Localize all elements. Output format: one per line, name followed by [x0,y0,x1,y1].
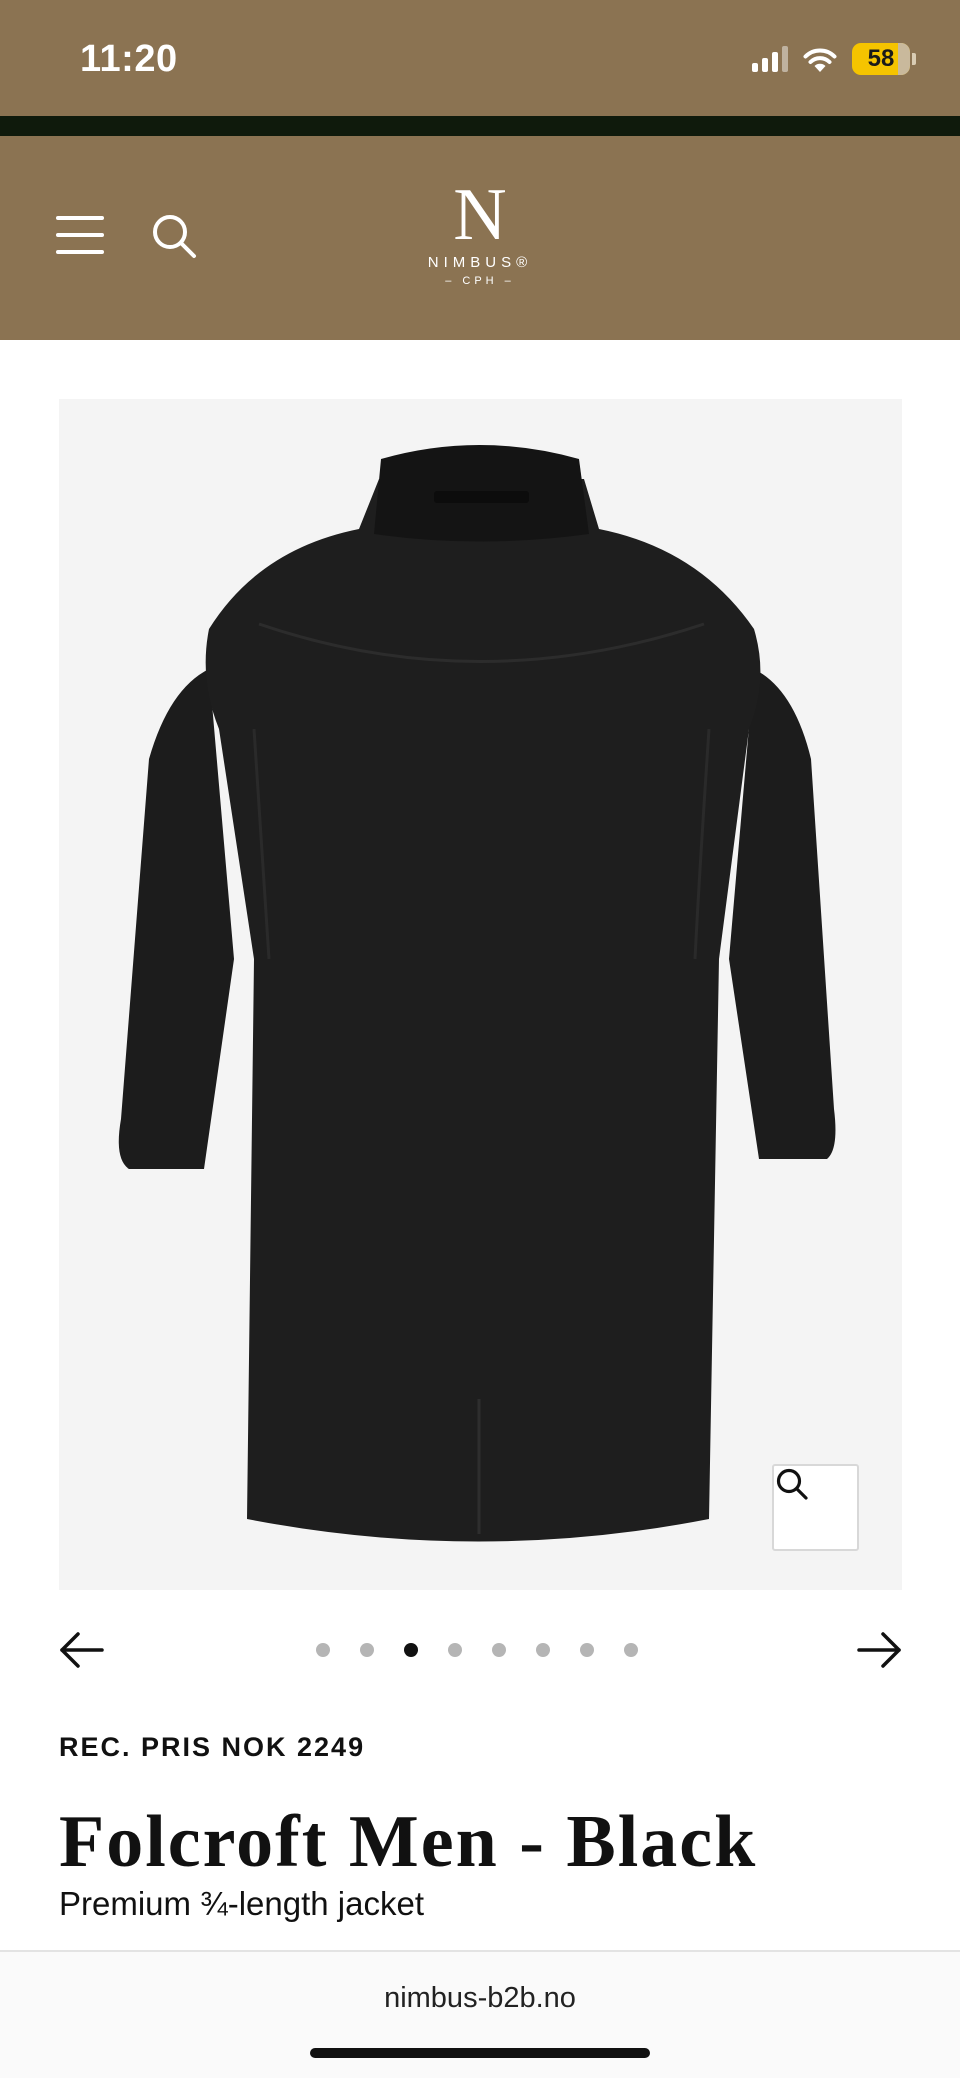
carousel-dots [316,1643,638,1657]
cellular-signal-icon [752,46,788,72]
logo-name: NIMBUS® [427,254,533,271]
carousel-dot[interactable] [580,1643,594,1657]
carousel-dot[interactable] [360,1643,374,1657]
nimbus-logo[interactable]: N NIMBUS® – CPH – [410,174,550,300]
status-icons: 58 [752,42,916,76]
status-bar: 11:20 58 [0,0,960,116]
hamburger-menu-icon [56,216,104,220]
carousel-dot[interactable] [404,1643,418,1657]
product-price: REC. PRIS NOK 2249 [59,1732,366,1762]
carousel-dot[interactable] [316,1643,330,1657]
zoom-button[interactable] [772,1464,859,1551]
battery-level: 58 [867,45,895,72]
arrow-left-icon[interactable] [58,1630,106,1670]
header-divider-strip [0,116,960,136]
product-subtitle: Premium ¾-length jacket [59,1885,424,1922]
home-indicator [310,2048,650,2058]
arrow-right-icon[interactable] [855,1630,903,1670]
product-image[interactable] [59,399,902,1590]
url-text: nimbus-b2b.no [384,1982,576,2014]
battery-icon: 58 [852,43,916,75]
status-time: 11:20 [80,38,178,80]
carousel-dot[interactable] [536,1643,550,1657]
logo-letter: N [453,174,507,256]
carousel-dot[interactable] [448,1643,462,1657]
carousel-dot[interactable] [624,1643,638,1657]
site-header: N NIMBUS® – CPH – [0,136,960,340]
search-icon[interactable] [150,212,198,260]
jacket-illustration [118,445,836,1542]
product-title: Folcroft Men - Black [59,1801,758,1883]
logo-sub: – CPH – [445,275,515,287]
carousel-dot[interactable] [492,1643,506,1657]
hamburger-menu-button[interactable] [56,216,104,254]
browser-url-bar[interactable]: nimbus-b2b.no [0,1950,960,2078]
zoom-search-icon [776,1468,808,1500]
wifi-icon [803,48,837,72]
